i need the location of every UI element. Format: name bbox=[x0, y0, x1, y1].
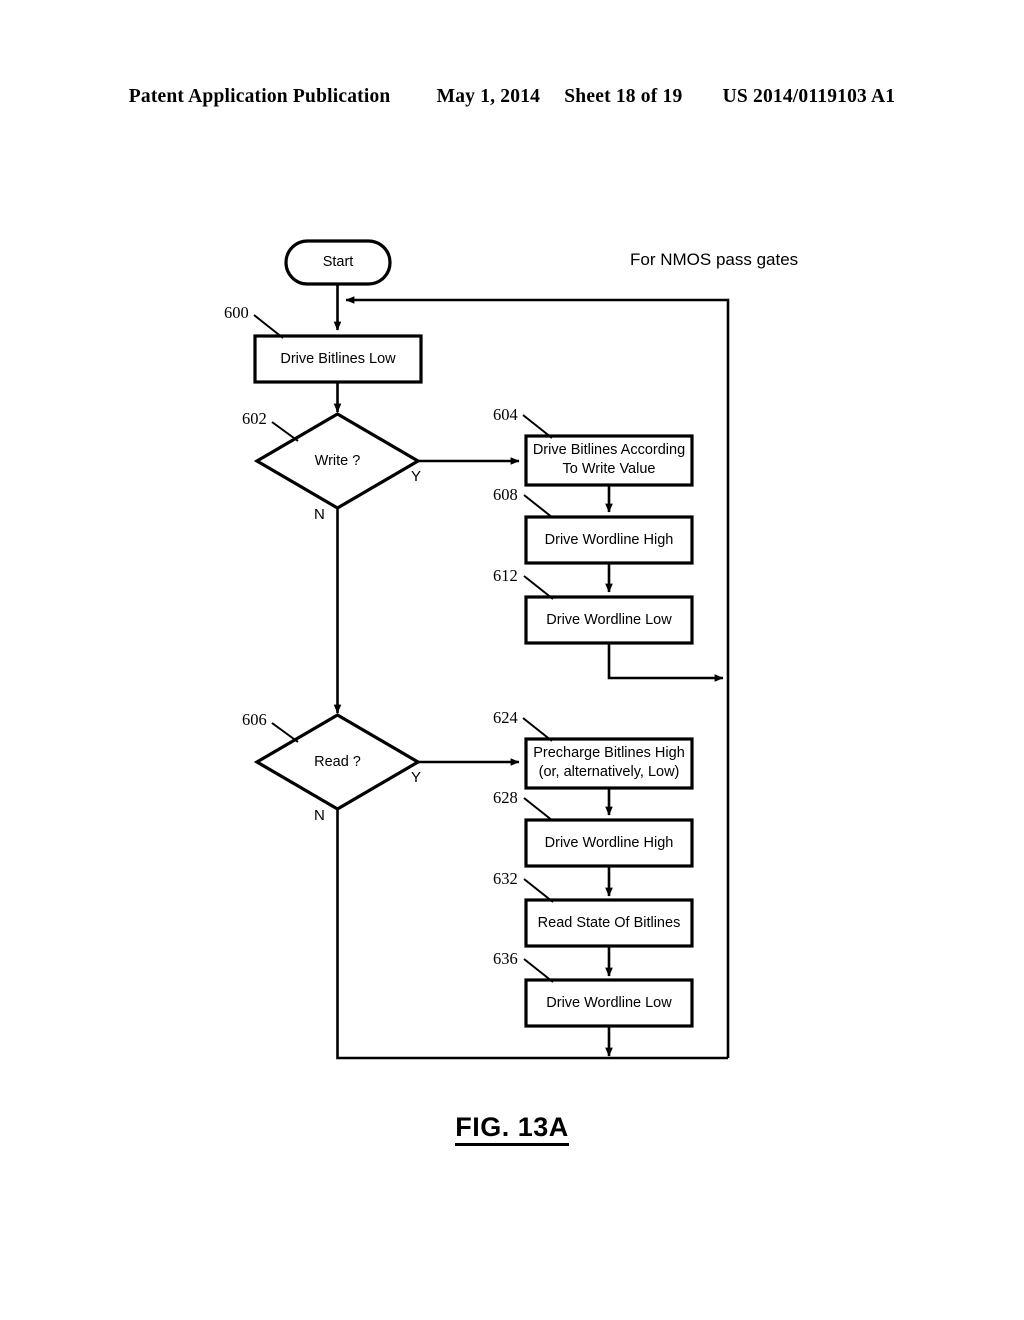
ref-628: 628 bbox=[493, 788, 518, 807]
ref-608: 608 bbox=[493, 485, 518, 504]
node-604-box bbox=[524, 434, 694, 487]
nmos-note: For NMOS pass gates bbox=[630, 250, 799, 269]
leader-608 bbox=[523, 494, 554, 519]
ref-602: 602 bbox=[242, 409, 267, 428]
node-608-box bbox=[524, 515, 694, 565]
branch-602-no: N bbox=[314, 506, 325, 523]
branch-606-yes: Y bbox=[411, 769, 422, 786]
ref-624: 624 bbox=[493, 708, 518, 727]
leader-602 bbox=[271, 421, 299, 442]
node-636-box bbox=[524, 978, 694, 1028]
ref-632: 632 bbox=[493, 869, 518, 888]
start-terminator bbox=[284, 239, 392, 286]
node-632-box bbox=[524, 898, 694, 948]
edge-612-to-return-bus bbox=[607, 643, 724, 682]
leader-628 bbox=[523, 797, 554, 822]
ref-600: 600 bbox=[224, 303, 249, 322]
figure-caption-text: FIG. 13A bbox=[455, 1112, 569, 1146]
ref-604: 604 bbox=[493, 405, 518, 424]
figure-caption: FIG. 13A bbox=[0, 1112, 1024, 1146]
node-600-box bbox=[253, 334, 423, 384]
leader-606 bbox=[271, 722, 299, 743]
node-624-box bbox=[524, 737, 694, 790]
ref-612: 612 bbox=[493, 566, 518, 585]
branch-606-no: N bbox=[314, 807, 325, 824]
ref-636: 636 bbox=[493, 949, 518, 968]
node-612-box bbox=[524, 595, 694, 645]
node-628-box bbox=[524, 818, 694, 868]
branch-602-yes: Y bbox=[411, 468, 422, 485]
figure-13a: For NMOS pass gates Start 600 Drive Bitl… bbox=[0, 0, 1024, 1320]
edge-606-no-loop bbox=[336, 809, 728, 1060]
ref-606: 606 bbox=[242, 710, 267, 729]
